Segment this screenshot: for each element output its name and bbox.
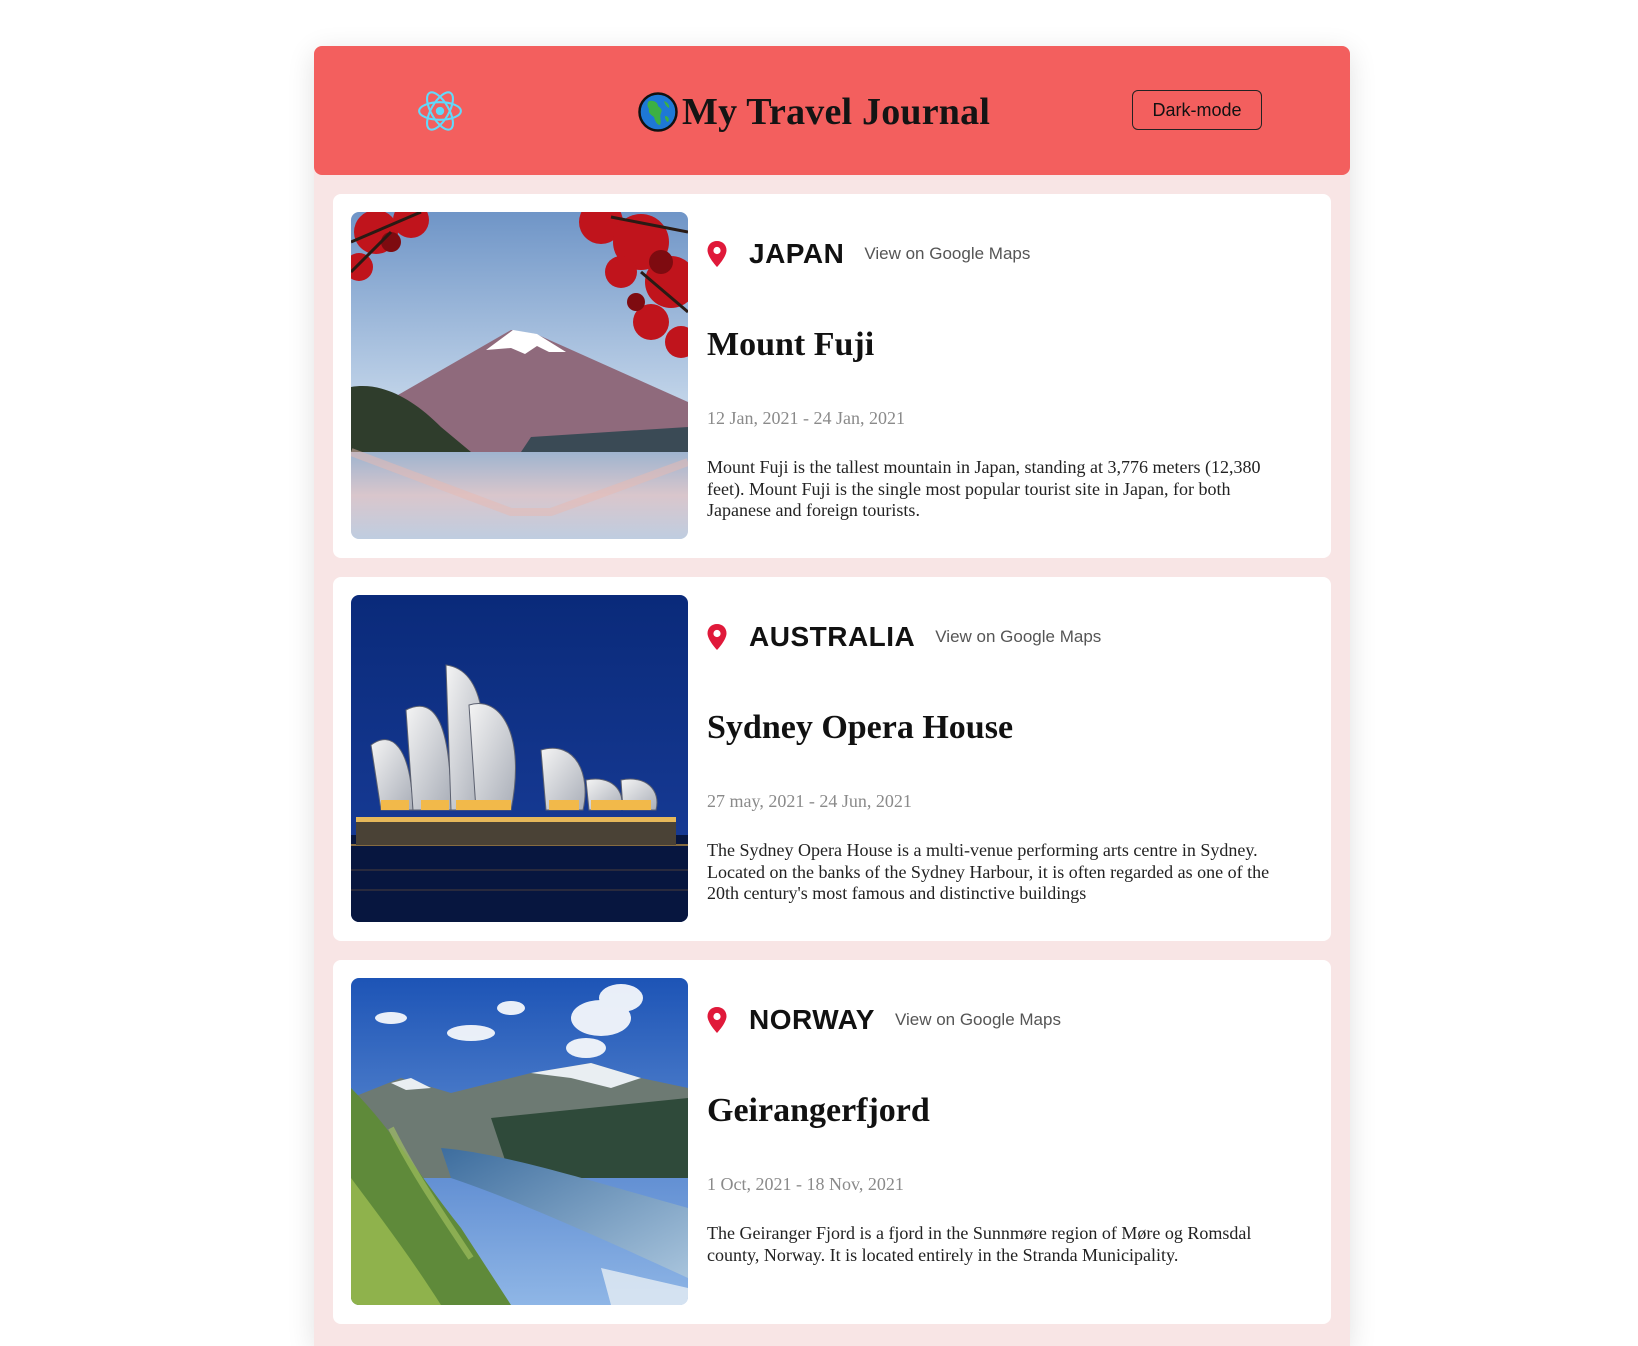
journal-list: JAPAN View on Google Maps Mount Fuji 12 … bbox=[314, 175, 1350, 1324]
title-group: My Travel Journal bbox=[638, 90, 990, 134]
react-atom-icon bbox=[418, 91, 462, 131]
location-pin-icon bbox=[707, 241, 727, 267]
dark-mode-button[interactable]: Dark-mode bbox=[1132, 90, 1262, 130]
location-pin-icon bbox=[707, 1007, 727, 1033]
place-description: The Geiranger Fjord is a fjord in the Su… bbox=[707, 1223, 1252, 1265]
trip-dates: 1 Oct, 2021 - 18 Nov, 2021 bbox=[707, 1174, 904, 1194]
place-title: Mount Fuji bbox=[707, 326, 875, 363]
country-label: JAPAN bbox=[749, 238, 845, 269]
google-maps-link[interactable]: View on Google Maps bbox=[935, 627, 1101, 647]
trip-dates: 12 Jan, 2021 - 24 Jan, 2021 bbox=[707, 408, 905, 428]
google-maps-link[interactable]: View on Google Maps bbox=[895, 1010, 1061, 1030]
location-pin-icon bbox=[707, 624, 727, 650]
page-title: My Travel Journal bbox=[682, 91, 991, 133]
place-description: The Sydney Opera House is a multi-venue … bbox=[707, 840, 1270, 903]
journal-entry: JAPAN View on Google Maps Mount Fuji 12 … bbox=[333, 194, 1331, 558]
place-description: Mount Fuji is the tallest mountain in Ja… bbox=[707, 457, 1261, 520]
location-row: JAPAN View on Google Maps bbox=[707, 238, 1030, 270]
journal-entry: AUSTRALIA View on Google Maps Sydney Ope… bbox=[333, 577, 1331, 941]
sydney-opera-house-photo bbox=[351, 595, 688, 922]
geirangerfjord-photo bbox=[351, 978, 688, 1305]
place-title: Geirangerfjord bbox=[707, 1092, 930, 1129]
location-row: NORWAY View on Google Maps bbox=[707, 1004, 1061, 1036]
trip-dates: 27 may, 2021 - 24 Jun, 2021 bbox=[707, 791, 912, 811]
mount-fuji-photo bbox=[351, 212, 688, 539]
navbar: My Travel Journal Dark-mode bbox=[314, 46, 1350, 175]
globe-icon bbox=[638, 92, 678, 132]
app-container: My Travel Journal Dark-mode JAPAN View o… bbox=[314, 46, 1350, 1346]
google-maps-link[interactable]: View on Google Maps bbox=[864, 244, 1030, 264]
country-label: NORWAY bbox=[749, 1004, 875, 1035]
location-row: AUSTRALIA View on Google Maps bbox=[707, 621, 1101, 653]
country-label: AUSTRALIA bbox=[749, 621, 916, 652]
place-title: Sydney Opera House bbox=[707, 709, 1014, 746]
journal-entry: NORWAY View on Google Maps Geirangerfjor… bbox=[333, 960, 1331, 1324]
